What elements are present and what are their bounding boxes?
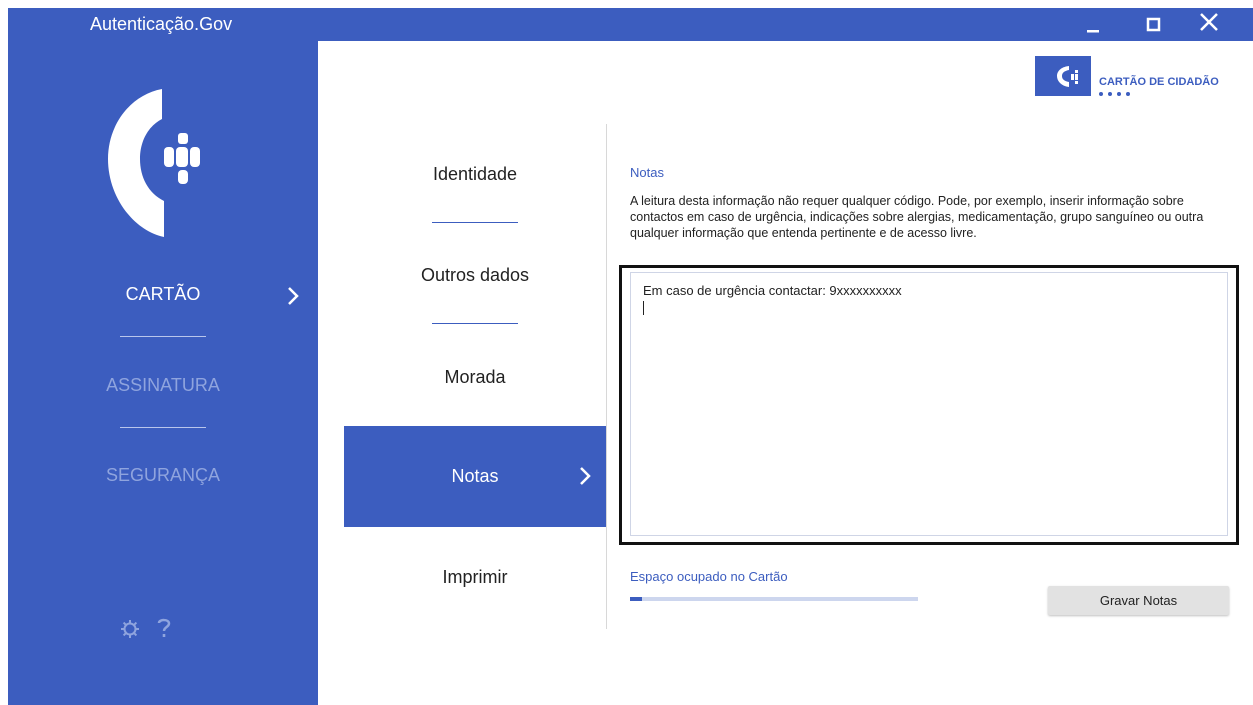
- sidebar-item-label: SEGURANÇA: [105, 465, 221, 485]
- subnav-item-morada[interactable]: Morada: [344, 367, 606, 388]
- subnav-divider: [432, 323, 518, 324]
- sidebar-item-assinatura[interactable]: ASSINATURA: [8, 375, 318, 396]
- minimize-button[interactable]: [1071, 8, 1115, 41]
- title-bar: Autenticação.Gov: [8, 8, 1253, 41]
- sidebar-item-label: CARTÃO: [125, 284, 201, 304]
- subnav-item-outros-dados[interactable]: Outros dados: [344, 265, 606, 286]
- gear-icon[interactable]: [120, 619, 140, 639]
- save-notes-button[interactable]: Gravar Notas: [1048, 586, 1229, 615]
- minimize-icon: [1087, 30, 1099, 33]
- subnav-item-label: Identidade: [432, 164, 518, 184]
- text-caret: [643, 301, 644, 315]
- space-used-label: Espaço ocupado no Cartão: [630, 569, 788, 584]
- sidebar-item-cartao[interactable]: CARTÃO: [8, 284, 318, 305]
- subnav-item-label: Imprimir: [442, 567, 508, 587]
- subnav-item-label: Morada: [444, 367, 506, 387]
- subnav-item-notas[interactable]: Notas: [344, 426, 606, 527]
- subnav-item-imprimir[interactable]: Imprimir: [344, 567, 606, 588]
- space-used-progress: [630, 597, 918, 601]
- sidebar-item-label: ASSINATURA: [106, 375, 220, 395]
- content-divider: [606, 124, 607, 629]
- maximize-button[interactable]: [1131, 8, 1175, 41]
- subnav-divider: [432, 222, 518, 223]
- close-button[interactable]: [1188, 8, 1232, 41]
- notes-highlight-frame: Em caso de urgência contactar: 9xxxxxxxx…: [619, 265, 1239, 545]
- brand-logo: CARTÃO DE CIDADÃO: [1035, 56, 1235, 105]
- sidebar-divider: [120, 336, 206, 337]
- chevron-right-icon: [580, 467, 591, 485]
- notes-text: Em caso de urgência contactar: 9xxxxxxxx…: [643, 283, 902, 298]
- help-icon[interactable]: [156, 617, 172, 639]
- app-window: Autenticação.Gov CARTÃO ASSINATURA SEGUR…: [8, 8, 1253, 705]
- chevron-right-icon: [288, 287, 299, 305]
- app-logo-icon: [108, 89, 200, 237]
- subnav-item-identidade[interactable]: Identidade: [344, 164, 606, 185]
- sidebar-divider: [120, 427, 206, 428]
- notes-textarea[interactable]: Em caso de urgência contactar: 9xxxxxxxx…: [630, 272, 1228, 536]
- notes-title: Notas: [630, 165, 664, 180]
- space-used-progress-fill: [630, 597, 642, 601]
- brand-text: CARTÃO DE CIDADÃO: [1099, 76, 1219, 88]
- sidebar: CARTÃO ASSINATURA SEGURANÇA: [8, 41, 318, 705]
- close-icon: [1200, 13, 1218, 31]
- sidebar-item-seguranca[interactable]: SEGURANÇA: [8, 465, 318, 486]
- subnav-item-label: Notas: [451, 466, 499, 486]
- notes-description: A leitura desta informação não requer qu…: [630, 194, 1204, 240]
- subnav-item-label: Outros dados: [420, 265, 530, 285]
- maximize-icon: [1146, 17, 1161, 32]
- window-title: Autenticação.Gov: [90, 14, 233, 34]
